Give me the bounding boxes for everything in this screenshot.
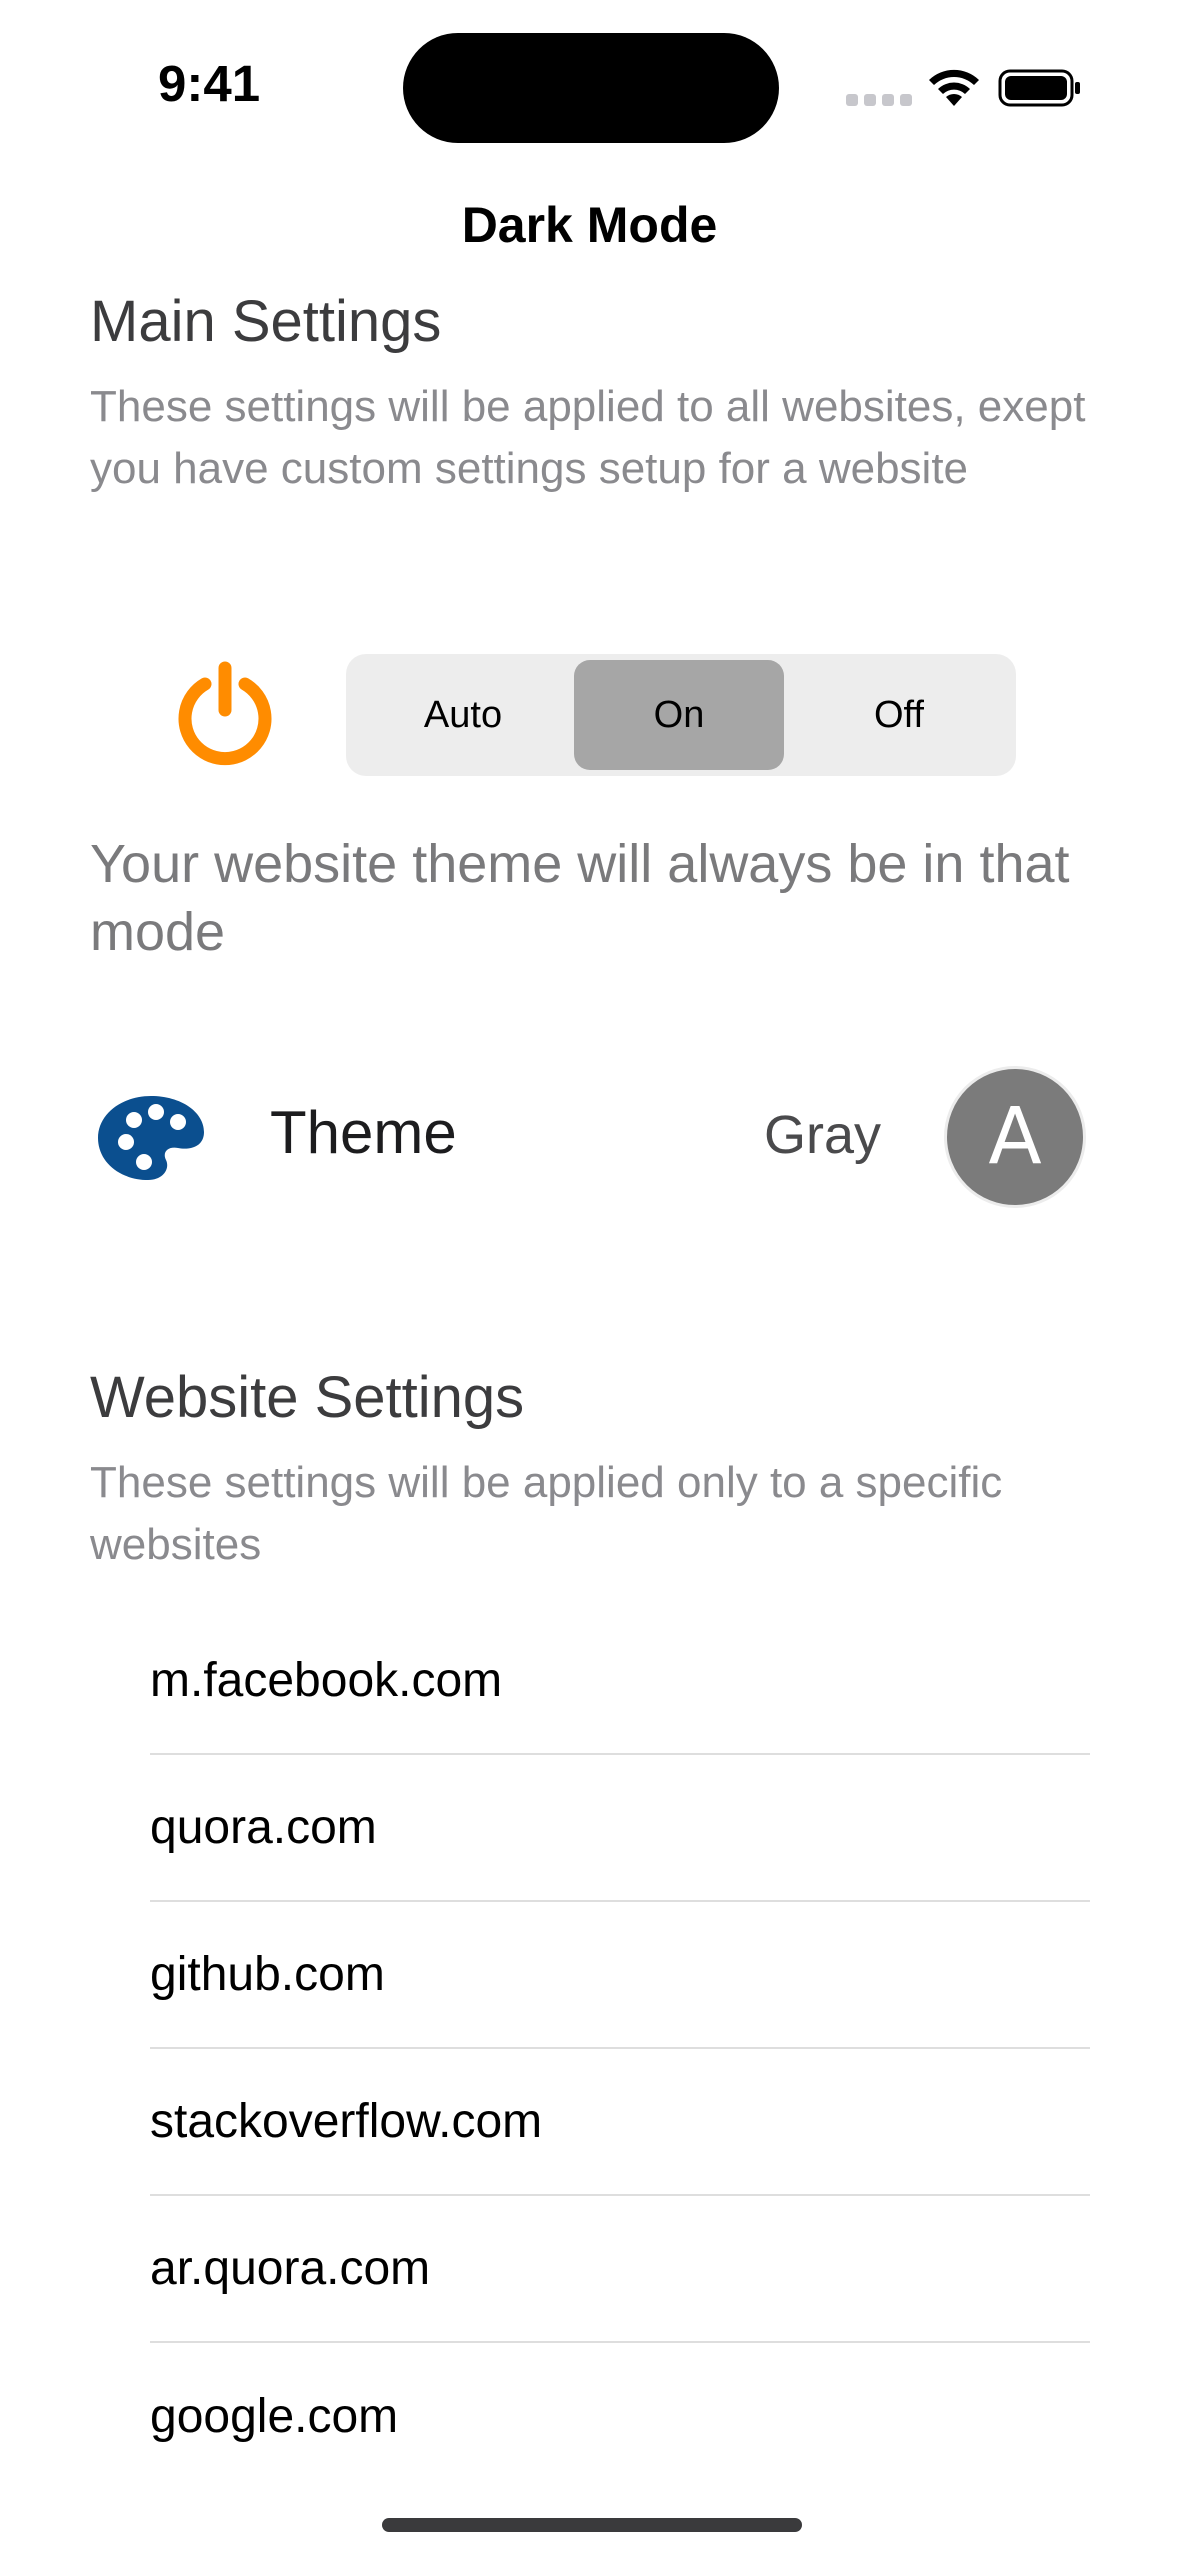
mode-description: Your website theme will always be in tha… [90,834,1070,962]
website-settings-description: These settings will be applied only to a… [90,1458,1003,1569]
website-item[interactable]: ar.quora.com [150,2196,1090,2343]
wifi-icon [929,69,979,106]
mode-segmented-control[interactable]: Auto On Off [346,654,1016,776]
website-item[interactable]: stackoverflow.com [150,2049,1090,2196]
segment-on[interactable]: On [574,660,784,770]
dynamic-island [403,33,779,143]
theme-label: Theme [270,1099,457,1166]
segment-off[interactable]: Off [794,660,1004,770]
power-icon[interactable] [172,660,278,766]
main-settings-description: These settings will be applied to all we… [90,382,1086,493]
cellular-signal-icon [846,94,912,106]
theme-preview-avatar[interactable]: A [944,1066,1086,1208]
segment-auto[interactable]: Auto [358,660,568,770]
battery-icon [998,69,1080,107]
home-indicator[interactable] [382,2518,802,2532]
website-item[interactable]: quora.com [150,1755,1090,1902]
main-settings-heading: Main Settings [90,289,442,354]
palette-icon [98,1096,204,1180]
website-item[interactable]: google.com [150,2343,1090,2490]
website-settings-heading: Website Settings [90,1365,525,1430]
status-time: 9:41 [158,55,261,112]
website-item[interactable]: m.facebook.com [150,1608,1090,1755]
page-title: Dark Mode [461,197,718,253]
theme-value[interactable]: Gray [764,1104,881,1166]
status-bar: 9:41 [0,0,1179,150]
website-item[interactable]: github.com [150,1902,1090,2049]
website-list: m.facebook.com quora.com github.com stac… [150,1608,1090,2490]
